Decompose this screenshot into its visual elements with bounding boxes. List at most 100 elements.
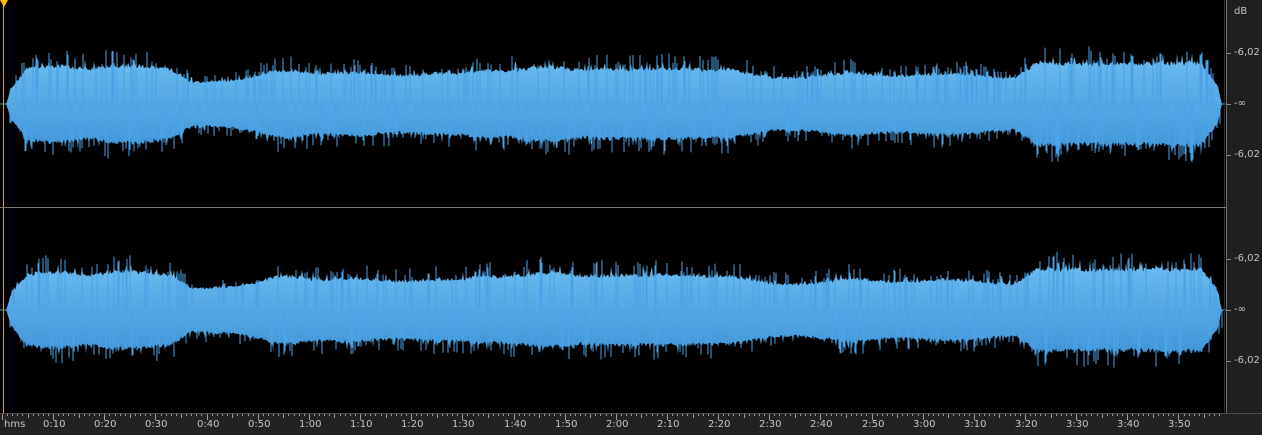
time-minor-tick bbox=[646, 414, 647, 416]
time-minor-tick bbox=[503, 414, 504, 416]
time-minor-tick bbox=[805, 414, 806, 416]
time-minor-tick bbox=[12, 414, 13, 416]
channel-divider[interactable] bbox=[0, 207, 1262, 208]
time-label: 1:00 bbox=[299, 419, 322, 430]
time-minor-tick bbox=[994, 414, 995, 416]
time-major-tick bbox=[2, 414, 3, 420]
time-minor-tick bbox=[1148, 414, 1149, 416]
time-minor-tick bbox=[145, 414, 146, 416]
time-minor-tick bbox=[1081, 414, 1082, 416]
time-minor-tick bbox=[17, 414, 18, 416]
time-minor-tick bbox=[196, 414, 197, 416]
time-minor-tick bbox=[212, 414, 213, 416]
time-label: 2:10 bbox=[657, 419, 680, 430]
time-minor-tick bbox=[1214, 414, 1215, 416]
time-label: 2:30 bbox=[759, 419, 782, 430]
time-minor-tick bbox=[856, 414, 857, 416]
time-minor-tick bbox=[1117, 414, 1118, 416]
time-minor-tick bbox=[631, 414, 632, 416]
time-minor-tick bbox=[222, 414, 223, 416]
time-minor-tick bbox=[381, 414, 382, 416]
time-minor-tick bbox=[248, 414, 249, 416]
time-label: 3:10 bbox=[964, 419, 987, 430]
time-minor-tick bbox=[84, 414, 85, 416]
time-minor-tick bbox=[161, 414, 162, 416]
time-minor-tick bbox=[1051, 414, 1052, 418]
time-label: 1:10 bbox=[350, 419, 373, 430]
time-minor-tick bbox=[350, 414, 351, 416]
time-minor-tick bbox=[1015, 414, 1016, 416]
time-minor-tick bbox=[902, 414, 903, 416]
time-minor-tick bbox=[866, 414, 867, 416]
time-minor-tick bbox=[964, 414, 965, 416]
time-minor-tick bbox=[754, 414, 755, 416]
time-label: 1:50 bbox=[555, 419, 578, 430]
playhead-marker-icon[interactable] bbox=[0, 0, 8, 7]
db-tick bbox=[1227, 310, 1231, 311]
time-minor-tick bbox=[74, 414, 75, 416]
time-minor-tick bbox=[933, 414, 934, 416]
time-minor-tick bbox=[1173, 414, 1174, 416]
time-minor-tick bbox=[58, 414, 59, 416]
time-minor-tick bbox=[534, 414, 535, 416]
time-minor-tick bbox=[1209, 414, 1210, 416]
time-minor-tick bbox=[1071, 414, 1072, 416]
time-minor-tick bbox=[237, 414, 238, 416]
db-tick bbox=[1227, 259, 1231, 260]
time-minor-tick bbox=[1168, 414, 1169, 416]
time-label: 3:00 bbox=[913, 419, 936, 430]
time-minor-tick bbox=[790, 414, 791, 416]
time-minor-tick bbox=[1219, 414, 1220, 416]
time-ruler[interactable]: hms 0:10 0:20 0:30 0:40 0:50 1:00 1:10 1:20 1:30… bbox=[0, 413, 1262, 435]
time-minor-tick bbox=[1189, 414, 1190, 416]
time-minor-tick bbox=[1020, 414, 1021, 416]
time-minor-tick bbox=[483, 414, 484, 416]
time-minor-tick bbox=[43, 414, 44, 416]
time-minor-tick bbox=[826, 414, 827, 416]
time-minor-tick bbox=[401, 414, 402, 416]
time-minor-tick bbox=[452, 414, 453, 416]
time-minor-tick bbox=[831, 414, 832, 416]
time-minor-tick bbox=[386, 414, 387, 418]
time-minor-tick bbox=[1005, 414, 1006, 416]
time-minor-tick bbox=[693, 414, 694, 418]
time-minor-tick bbox=[391, 414, 392, 416]
time-minor-tick bbox=[948, 414, 949, 418]
time-minor-tick bbox=[1045, 414, 1046, 416]
time-minor-tick bbox=[28, 414, 29, 418]
time-minor-tick bbox=[166, 414, 167, 416]
time-minor-tick bbox=[324, 414, 325, 416]
time-minor-tick bbox=[38, 414, 39, 416]
time-minor-tick bbox=[1066, 414, 1067, 416]
time-minor-tick bbox=[1056, 414, 1057, 416]
time-minor-tick bbox=[912, 414, 913, 416]
time-label: 0:20 bbox=[94, 419, 117, 430]
time-minor-tick bbox=[176, 414, 177, 416]
time-minor-tick bbox=[1138, 414, 1139, 416]
time-minor-tick bbox=[329, 414, 330, 416]
time-minor-tick bbox=[1107, 414, 1108, 416]
time-minor-tick bbox=[907, 414, 908, 416]
time-minor-tick bbox=[7, 414, 8, 416]
time-minor-tick bbox=[457, 414, 458, 416]
time-minor-tick bbox=[928, 414, 929, 416]
time-minor-tick bbox=[201, 414, 202, 416]
time-minor-tick bbox=[473, 414, 474, 416]
time-minor-tick bbox=[882, 414, 883, 416]
time-minor-tick bbox=[989, 414, 990, 416]
time-minor-tick bbox=[273, 414, 274, 416]
time-minor-tick bbox=[427, 414, 428, 416]
time-label: 2:20 bbox=[708, 419, 731, 430]
level-ruler[interactable]: dB -6,02 -∞ -6,02 -6,02 -∞ -6,02 bbox=[1226, 0, 1262, 413]
db-label: -∞ bbox=[1234, 98, 1246, 109]
time-minor-tick bbox=[109, 414, 110, 416]
time-minor-tick bbox=[150, 414, 151, 416]
time-minor-tick bbox=[1143, 414, 1144, 416]
time-minor-tick bbox=[1040, 414, 1041, 416]
time-minor-tick bbox=[698, 414, 699, 416]
time-minor-tick bbox=[687, 414, 688, 416]
time-minor-tick bbox=[120, 414, 121, 416]
time-minor-tick bbox=[733, 414, 734, 416]
time-minor-tick bbox=[171, 414, 172, 416]
time-minor-tick bbox=[232, 414, 233, 418]
